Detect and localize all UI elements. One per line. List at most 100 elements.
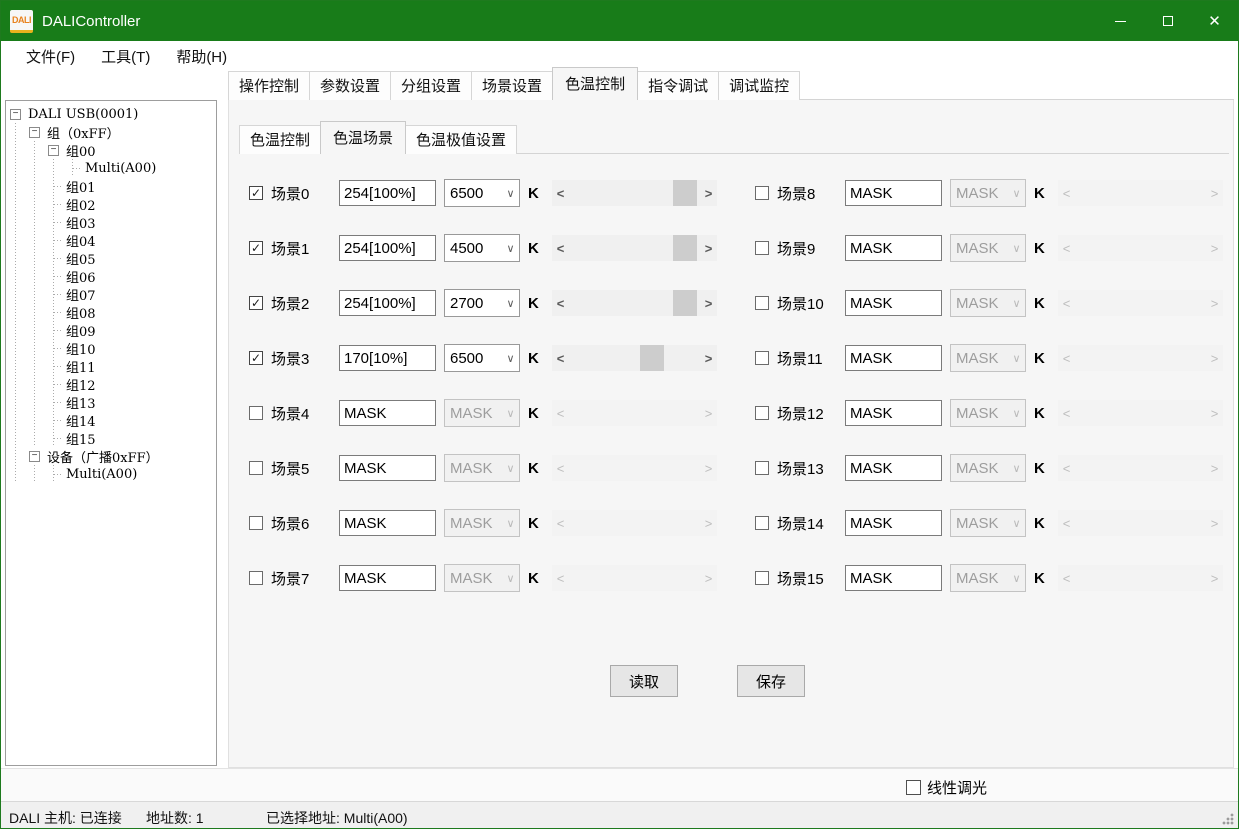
scene-level-input[interactable] bbox=[339, 400, 436, 426]
menu-item-0[interactable]: 文件(F) bbox=[13, 42, 88, 71]
cct-scrollbar[interactable]: <> bbox=[552, 180, 717, 206]
main-tab-0[interactable]: 操作控制 bbox=[228, 71, 310, 100]
minimize-button[interactable] bbox=[1097, 1, 1144, 41]
tree-item[interactable]: 组06 bbox=[6, 267, 216, 285]
cct-combobox[interactable]: MASK∨ bbox=[444, 564, 520, 592]
main-tab-2[interactable]: 分组设置 bbox=[390, 71, 472, 100]
cct-combobox[interactable]: 6500∨ bbox=[444, 344, 520, 372]
scene-level-input[interactable] bbox=[339, 180, 436, 206]
scene-checkbox[interactable] bbox=[755, 351, 769, 365]
tree-item[interactable]: 组15 bbox=[6, 429, 216, 447]
tree-item[interactable]: 组13 bbox=[6, 393, 216, 411]
sub-tab-1[interactable]: 色温场景 bbox=[320, 121, 406, 154]
cct-combobox[interactable]: MASK∨ bbox=[950, 289, 1026, 317]
tree-expander[interactable]: − bbox=[25, 123, 44, 141]
scroll-right-arrow[interactable]: > bbox=[700, 180, 717, 206]
scrollbar-thumb[interactable] bbox=[673, 235, 697, 261]
linear-dimming-checkbox[interactable] bbox=[906, 780, 921, 795]
cct-scrollbar[interactable]: <> bbox=[552, 235, 717, 261]
scene-level-input[interactable] bbox=[845, 510, 942, 536]
menu-item-2[interactable]: 帮助(H) bbox=[163, 42, 240, 71]
scrollbar-thumb[interactable] bbox=[673, 180, 697, 206]
read-button[interactable]: 读取 bbox=[610, 665, 678, 697]
tree-item[interactable]: 组04 bbox=[6, 231, 216, 249]
cct-combobox[interactable]: 4500∨ bbox=[444, 234, 520, 262]
main-tab-4[interactable]: 色温控制 bbox=[552, 67, 638, 100]
cct-combobox[interactable]: MASK∨ bbox=[444, 454, 520, 482]
cct-combobox[interactable]: MASK∨ bbox=[950, 179, 1026, 207]
scene-level-input[interactable] bbox=[845, 180, 942, 206]
scene-level-input[interactable] bbox=[845, 290, 942, 316]
scene-checkbox[interactable] bbox=[249, 461, 263, 475]
scene-checkbox[interactable] bbox=[755, 516, 769, 530]
scroll-right-arrow[interactable]: > bbox=[700, 345, 717, 371]
cct-combobox[interactable]: MASK∨ bbox=[950, 234, 1026, 262]
scene-level-input[interactable] bbox=[339, 510, 436, 536]
scene-checkbox[interactable] bbox=[249, 406, 263, 420]
scene-checkbox[interactable]: ✓ bbox=[249, 186, 263, 200]
scene-checkbox[interactable]: ✓ bbox=[249, 296, 263, 310]
cct-combobox[interactable]: MASK∨ bbox=[444, 399, 520, 427]
tree-item[interactable]: −组（0xFF） bbox=[6, 123, 216, 141]
tree-item[interactable]: 组10 bbox=[6, 339, 216, 357]
scroll-left-arrow[interactable]: < bbox=[552, 290, 569, 316]
tree-item[interactable]: 组11 bbox=[6, 357, 216, 375]
scene-level-input[interactable] bbox=[339, 455, 436, 481]
scene-level-input[interactable] bbox=[845, 565, 942, 591]
scene-checkbox[interactable]: ✓ bbox=[249, 351, 263, 365]
tree-item[interactable]: 组02 bbox=[6, 195, 216, 213]
tree-item[interactable]: 组09 bbox=[6, 321, 216, 339]
scroll-left-arrow[interactable]: < bbox=[552, 235, 569, 261]
cct-combobox[interactable]: MASK∨ bbox=[950, 454, 1026, 482]
scene-checkbox[interactable] bbox=[755, 241, 769, 255]
tree-item[interactable]: −DALI USB(0001) bbox=[6, 105, 216, 123]
scene-checkbox[interactable] bbox=[755, 406, 769, 420]
save-button[interactable]: 保存 bbox=[737, 665, 805, 697]
tree-item[interactable]: 组12 bbox=[6, 375, 216, 393]
scene-level-input[interactable] bbox=[845, 235, 942, 261]
scene-level-input[interactable] bbox=[845, 345, 942, 371]
scene-checkbox[interactable] bbox=[249, 516, 263, 530]
tree-item[interactable]: 组03 bbox=[6, 213, 216, 231]
tree-expander[interactable]: − bbox=[25, 447, 44, 465]
scrollbar-thumb[interactable] bbox=[673, 290, 697, 316]
scene-level-input[interactable] bbox=[339, 565, 436, 591]
tree-item[interactable]: 组08 bbox=[6, 303, 216, 321]
cct-combobox[interactable]: MASK∨ bbox=[950, 399, 1026, 427]
cct-combobox[interactable]: 2700∨ bbox=[444, 289, 520, 317]
cct-combobox[interactable]: MASK∨ bbox=[950, 344, 1026, 372]
scene-checkbox[interactable]: ✓ bbox=[249, 241, 263, 255]
tree-expander[interactable]: − bbox=[6, 105, 25, 123]
scroll-right-arrow[interactable]: > bbox=[700, 290, 717, 316]
tree-expander[interactable]: − bbox=[44, 141, 63, 159]
tree-item[interactable]: −设备（广播0xFF） bbox=[6, 447, 216, 465]
scene-level-input[interactable] bbox=[845, 400, 942, 426]
scrollbar-thumb[interactable] bbox=[640, 345, 664, 371]
scene-checkbox[interactable] bbox=[755, 296, 769, 310]
cct-scrollbar[interactable]: <> bbox=[552, 345, 717, 371]
tree-item[interactable]: Multi(A00) bbox=[6, 159, 216, 177]
scene-level-input[interactable] bbox=[845, 455, 942, 481]
tree-item[interactable]: 组07 bbox=[6, 285, 216, 303]
scroll-left-arrow[interactable]: < bbox=[552, 180, 569, 206]
scroll-left-arrow[interactable]: < bbox=[552, 345, 569, 371]
resize-grip[interactable] bbox=[1222, 813, 1234, 825]
linear-dimming-option[interactable]: 线性调光 bbox=[906, 777, 987, 798]
cct-scrollbar[interactable]: <> bbox=[552, 290, 717, 316]
tree-item[interactable]: 组14 bbox=[6, 411, 216, 429]
scene-checkbox[interactable] bbox=[755, 186, 769, 200]
close-button[interactable]: ✕ bbox=[1191, 1, 1238, 41]
scene-level-input[interactable] bbox=[339, 345, 436, 371]
cct-combobox[interactable]: MASK∨ bbox=[444, 509, 520, 537]
tree-item[interactable]: 组05 bbox=[6, 249, 216, 267]
tree-item[interactable]: −组00 bbox=[6, 141, 216, 159]
scene-checkbox[interactable] bbox=[249, 571, 263, 585]
scroll-right-arrow[interactable]: > bbox=[700, 235, 717, 261]
main-tab-3[interactable]: 场景设置 bbox=[471, 71, 553, 100]
main-tab-1[interactable]: 参数设置 bbox=[309, 71, 391, 100]
main-tab-5[interactable]: 指令调试 bbox=[637, 71, 719, 100]
sub-tab-0[interactable]: 色温控制 bbox=[239, 125, 321, 154]
cct-combobox[interactable]: 6500∨ bbox=[444, 179, 520, 207]
cct-combobox[interactable]: MASK∨ bbox=[950, 564, 1026, 592]
maximize-button[interactable] bbox=[1144, 1, 1191, 41]
